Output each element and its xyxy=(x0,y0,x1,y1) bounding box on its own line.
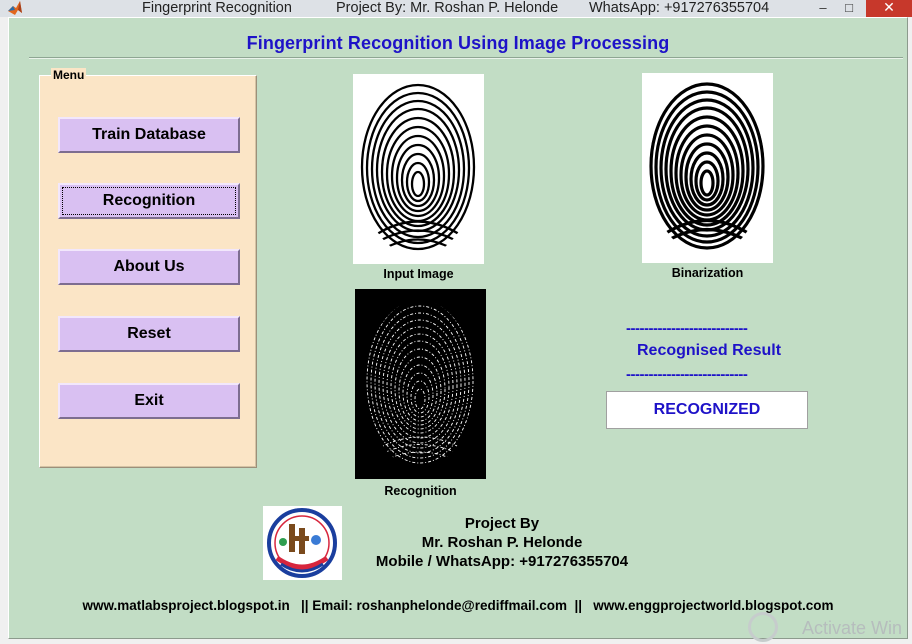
input-image-caption: Input Image xyxy=(383,267,454,281)
reset-button[interactable]: Reset xyxy=(58,316,240,352)
footer-links: www.matlabsproject.blogspot.in || Email:… xyxy=(82,598,834,613)
credits-author: Mr. Roshan P. Helonde xyxy=(421,534,583,551)
recognition-caption: Recognition xyxy=(384,484,457,498)
matlab-logo-icon xyxy=(8,1,22,15)
menu-legend: Menu xyxy=(51,68,87,82)
result-value: RECOGNIZED xyxy=(606,391,808,429)
window-titlebar[interactable]: Fingerprint Recognition Project By: Mr. … xyxy=(0,0,912,17)
recognised-result-label: Recognised Result xyxy=(636,342,782,359)
train-database-button[interactable]: Train Database xyxy=(58,117,240,153)
input-fingerprint-image xyxy=(353,74,484,264)
credits-heading: Project By xyxy=(464,515,540,532)
binarization-caption: Binarization xyxy=(671,266,744,280)
figure-content: Fingerprint Recognition Using Image Proc… xyxy=(8,17,908,639)
window-title-author: Project By: Mr. Roshan P. Helonde xyxy=(336,0,559,16)
credits-contact: Mobile / WhatsApp: +917276355704 xyxy=(375,553,629,570)
recognition-button[interactable]: Recognition xyxy=(58,183,240,219)
recognition-fingerprint-image xyxy=(355,289,486,479)
maximize-button[interactable]: □ xyxy=(838,0,860,17)
watermark-icon xyxy=(748,612,778,642)
window-title: Fingerprint Recognition xyxy=(142,0,292,16)
window-title-whatsapp: WhatsApp: +917276355704 xyxy=(589,0,770,16)
binarization-fingerprint-image xyxy=(642,73,773,263)
page-title: Fingerprint Recognition Using Image Proc… xyxy=(246,33,670,53)
result-dash-top: --------------------------- xyxy=(626,320,748,337)
exit-button[interactable]: Exit xyxy=(58,383,240,419)
author-logo-image xyxy=(263,506,342,580)
about-us-button[interactable]: About Us xyxy=(58,249,240,285)
title-divider xyxy=(29,57,903,59)
project-credits: Project By Mr. Roshan P. Helonde Mobile … xyxy=(339,514,665,571)
minimize-button[interactable]: – xyxy=(812,0,834,17)
close-button[interactable]: ✕ xyxy=(866,0,912,17)
result-dash-bottom: --------------------------- xyxy=(626,366,748,383)
activate-windows-watermark: Activate Win xyxy=(802,618,903,638)
